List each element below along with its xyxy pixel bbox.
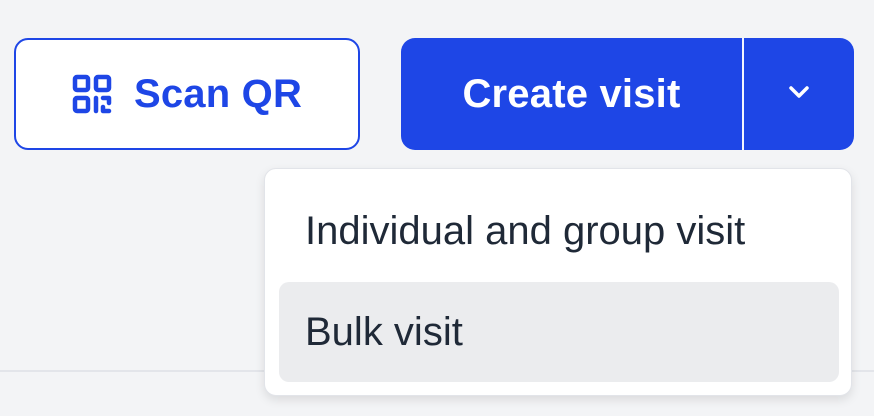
scan-qr-button[interactable]: Scan QR xyxy=(14,38,360,150)
menu-item-bulk-visit[interactable]: Bulk visit xyxy=(279,282,839,382)
create-visit-split-button: Create visit xyxy=(401,38,854,150)
chevron-down-icon xyxy=(788,85,810,104)
create-visit-dropdown-menu: Individual and group visit Bulk visit xyxy=(264,168,852,396)
create-visit-dropdown-toggle[interactable] xyxy=(744,38,854,150)
menu-item-individual-group-visit[interactable]: Individual and group visit xyxy=(279,181,839,281)
scan-qr-label: Scan QR xyxy=(133,71,303,116)
create-visit-button[interactable]: Create visit xyxy=(401,38,742,150)
split-button-divider xyxy=(742,38,744,150)
qr-code-icon xyxy=(72,74,112,114)
